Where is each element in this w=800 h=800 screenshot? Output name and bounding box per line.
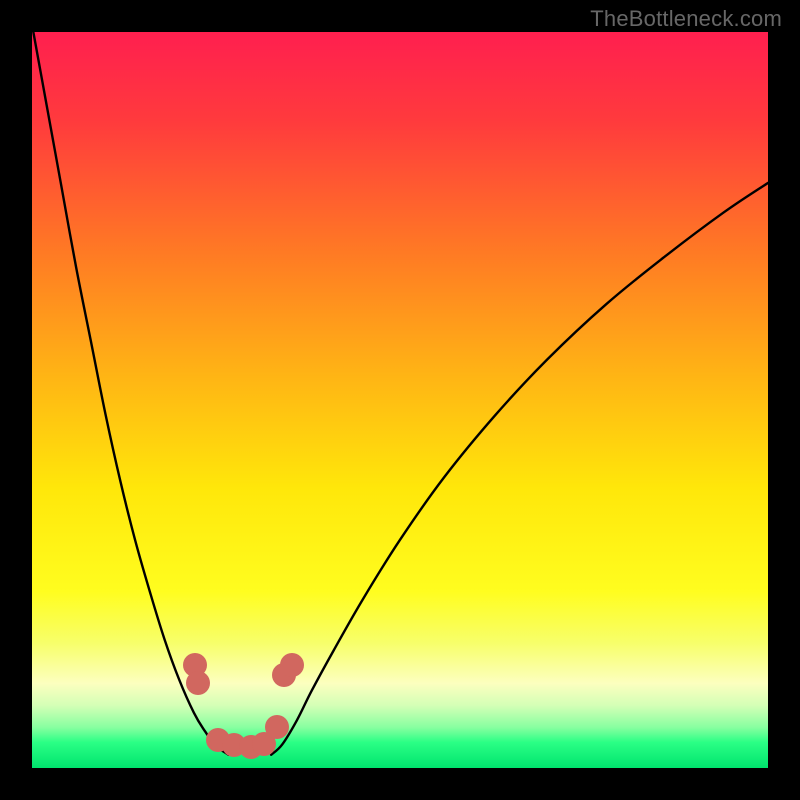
data-dot [280,653,304,677]
watermark-text: TheBottleneck.com [590,6,782,32]
chart-frame: TheBottleneck.com [0,0,800,800]
curves-layer [32,32,768,768]
data-dot [265,715,289,739]
left-curve [32,32,229,755]
right-curve [271,183,768,755]
plot-area [32,32,768,768]
